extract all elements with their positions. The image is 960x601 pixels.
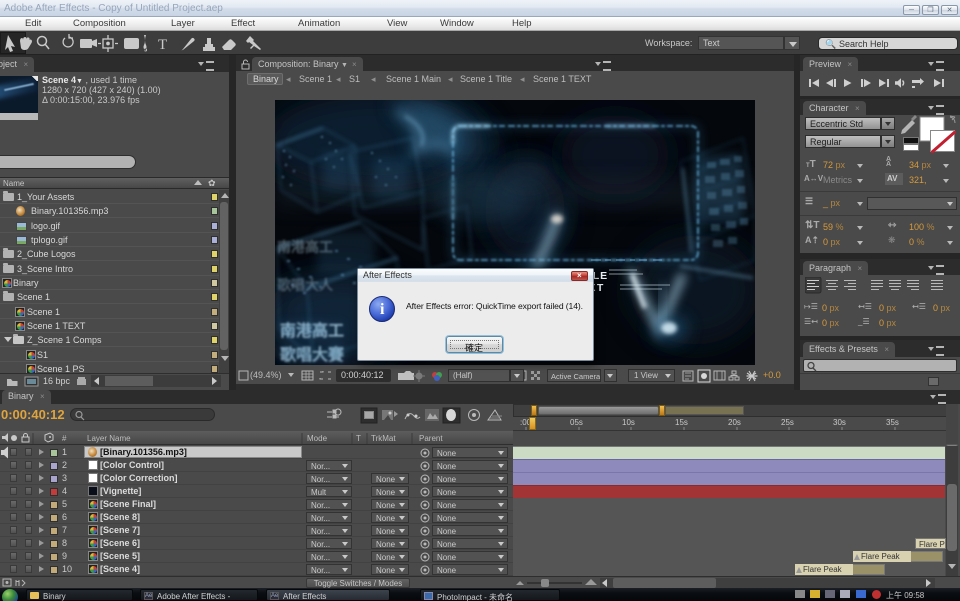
svg-text:15s: 15s bbox=[675, 418, 688, 427]
svg-text:25s: 25s bbox=[781, 418, 794, 427]
svg-text:10s: 10s bbox=[622, 418, 635, 427]
svg-text:歌唱大賽: 歌唱大賽 bbox=[280, 345, 345, 364]
svg-text:35s: 35s bbox=[886, 418, 899, 427]
svg-text:05s: 05s bbox=[570, 418, 583, 427]
svg-text:南港高工: 南港高工 bbox=[277, 239, 333, 255]
svg-text:歌唱大人: 歌唱大人 bbox=[277, 277, 334, 293]
svg-text:30s: 30s bbox=[833, 418, 846, 427]
svg-text:T: T bbox=[158, 37, 167, 53]
svg-text:20s: 20s bbox=[728, 418, 741, 427]
svg-text:南港高工: 南港高工 bbox=[280, 321, 344, 340]
